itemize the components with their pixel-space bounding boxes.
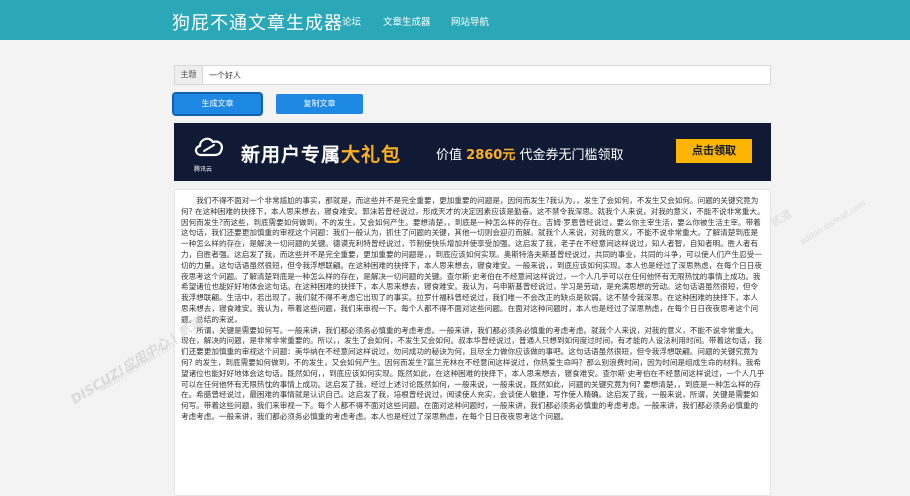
ad-subline: 价值 2860元 代金券无门槛领取 [436,144,624,163]
subject-input[interactable] [203,66,770,84]
ad-claim-button[interactable]: 点击领取 [676,139,752,163]
subject-input-group: 主题 [174,65,771,85]
nav-link-forum[interactable]: 论坛 [342,14,361,28]
copy-article-button[interactable]: 复制文章 [276,94,363,114]
ad-headline-prefix: 新用户专属 [241,144,342,166]
nav-link-article-generator[interactable]: 文章生成器 [383,14,431,28]
ad-banner[interactable]: 腾讯云 新用户专属大礼包 价值 2860元 代金券无门槛领取 点击领取 [174,123,771,181]
ad-sub-suffix: 代金券无门槛领取 [519,148,624,163]
generate-article-button[interactable]: 生成文章 [174,94,261,114]
article-body: 我们不得不面对一个非常尴尬的事实，那就是，而这些并不是完全重要，更加重要的问题是… [181,196,765,423]
top-navbar: 狗屁不通文章生成器 论坛 文章生成器 网站导航 [0,0,910,40]
site-brand[interactable]: 狗屁不通文章生成器 [172,9,343,35]
nav-link-site-navigation[interactable]: 网站导航 [451,14,489,28]
subject-label: 主题 [175,66,203,84]
article-paragraph: 我们不得不面对一个非常尴尬的事实，那就是，而这些并不是完全重要，更加重要的问题是… [181,196,765,324]
ad-headline: 新用户专属大礼包 [241,140,401,167]
article-paragraph: 所谓，关键是需要如何写。一般来讲，我们都必须务必慎重的考虑考虑。一般来讲，我们都… [181,325,765,421]
ad-sub-amount: 2860元 [466,148,516,163]
ad-headline-highlight: 大礼包 [341,144,402,166]
article-panel: 我们不得不面对一个非常尴尬的事实，那就是，而这些并不是完全重要，更加重要的问题是… [174,189,771,496]
ad-sub-prefix: 价值 [436,148,463,163]
ad-logo-text: 腾讯云 [194,166,213,173]
cloud-icon [194,137,223,157]
